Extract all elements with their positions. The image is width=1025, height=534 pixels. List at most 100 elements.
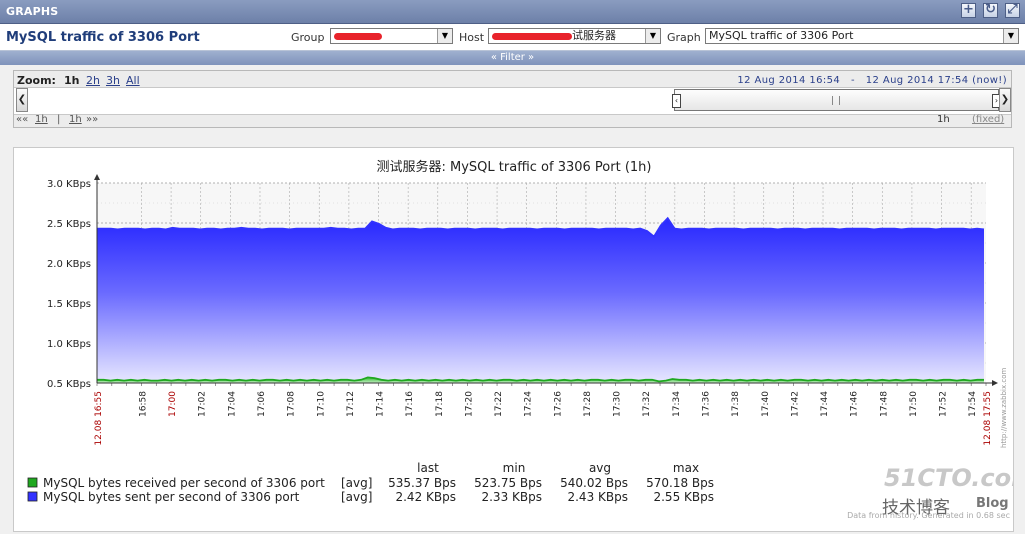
zoom-panel: Zoom: 1h 2h 3h All 12 Aug 2014 16:54 - 1… bbox=[13, 70, 1012, 128]
legend-value: 2.33 KBps bbox=[481, 490, 542, 504]
graph-value: MySQL traffic of 3306 Port bbox=[709, 29, 854, 42]
graph-label: Graph bbox=[667, 31, 701, 44]
watermark: 51CTO.com 技术博客 Blog bbox=[882, 464, 1025, 518]
legend-header: last bbox=[417, 461, 439, 475]
x-tick-label: 17:04 bbox=[227, 391, 237, 417]
slider-left-handle[interactable]: ‹ bbox=[672, 94, 681, 108]
nav-back-arrows: «« bbox=[16, 114, 29, 125]
watermark-brand: 51CTO.com bbox=[884, 464, 1013, 492]
x-tick-label: 17:34 bbox=[672, 391, 682, 417]
header-title: GRAPHS bbox=[6, 5, 59, 18]
y-tick-label: 0.5 KBps bbox=[47, 379, 91, 390]
zoom-3h[interactable]: 3h bbox=[106, 74, 120, 87]
page-title: MySQL traffic of 3306 Port bbox=[6, 30, 200, 45]
fullscreen-icon[interactable]: ⤢ bbox=[1005, 3, 1020, 18]
filter-toggle[interactable]: « Filter » bbox=[0, 51, 1025, 65]
nav-forward-arrows: »» bbox=[86, 114, 99, 125]
x-tick-label: 17:42 bbox=[790, 391, 800, 417]
x-tick-label: 17:06 bbox=[257, 391, 267, 417]
y-tick-label: 1.5 KBps bbox=[47, 299, 91, 310]
x-tick-label: 17:14 bbox=[376, 391, 386, 417]
legend-value: 540.02 Bps bbox=[560, 476, 628, 490]
timeline-slider[interactable]: ‹ › bbox=[672, 89, 1001, 111]
legend-value: 2.55 KBps bbox=[653, 490, 714, 504]
chevron-down-icon: ▼ bbox=[645, 29, 660, 43]
x-axis-arrow-icon bbox=[992, 380, 998, 386]
x-tick-label: 12.08 17:55 bbox=[983, 391, 993, 446]
x-tick-label: 17:52 bbox=[939, 391, 949, 417]
x-tick-label: 17:46 bbox=[850, 391, 860, 417]
zoom-2h[interactable]: 2h bbox=[86, 74, 100, 87]
x-tick-label: 17:22 bbox=[494, 391, 504, 417]
zabbix-side-text: http://www.zabbix.com bbox=[1000, 368, 1008, 448]
fixed-toggle[interactable]: (fixed) bbox=[972, 114, 1004, 125]
y-tick-label: 3.0 KBps bbox=[47, 179, 91, 190]
x-tick-label: 17:20 bbox=[464, 391, 474, 417]
x-tick-label: 17:08 bbox=[287, 391, 297, 417]
x-tick-label: 17:54 bbox=[968, 391, 978, 417]
x-tick-label: 17:00 bbox=[168, 391, 178, 417]
zoom-1h[interactable]: 1h bbox=[64, 74, 80, 87]
series-layer bbox=[97, 216, 985, 383]
legend-value: 570.18 Bps bbox=[646, 476, 714, 490]
legend-series-name: MySQL bytes sent per second of 3306 port bbox=[43, 490, 300, 504]
x-tick-label: 17:44 bbox=[820, 391, 830, 417]
timeline-scrollbar[interactable]: ❮ ‹ › ❯ bbox=[14, 87, 1011, 115]
x-tick-label: 16:58 bbox=[138, 391, 148, 417]
y-tick-label: 1.0 KBps bbox=[47, 339, 91, 350]
legend-value: 2.42 KBps bbox=[395, 490, 456, 504]
legend-function: [avg] bbox=[341, 490, 372, 504]
x-tick-label: 17:30 bbox=[613, 391, 623, 417]
watermark-sub: 技术博客 bbox=[882, 498, 950, 518]
scroll-right-icon[interactable]: ❯ bbox=[999, 88, 1011, 112]
graph-panel: 测试服务器: MySQL traffic of 3306 Port (1h) 3… bbox=[13, 147, 1025, 532]
range-separator: - bbox=[850, 75, 855, 86]
x-tick-label: 17:24 bbox=[524, 391, 534, 417]
legend-swatch bbox=[27, 477, 38, 488]
graph-controls: MySQL traffic of 3306 Port Group ▼ Host … bbox=[0, 24, 1025, 51]
nav-back-1h[interactable]: 1h bbox=[35, 114, 48, 125]
redacted-mark bbox=[334, 32, 382, 40]
redacted-mark bbox=[492, 32, 572, 40]
x-tick-label: 17:40 bbox=[761, 391, 771, 417]
legend-value: 2.43 KBps bbox=[567, 490, 628, 504]
host-value: 试服务器 bbox=[572, 29, 616, 42]
host-label: Host bbox=[459, 31, 485, 44]
x-tick-label: 17:12 bbox=[346, 391, 356, 417]
group-select[interactable]: ▼ bbox=[330, 28, 453, 44]
range-from: 12 Aug 2014 16:54 bbox=[737, 75, 841, 86]
graph-select[interactable]: MySQL traffic of 3306 Port ▼ bbox=[705, 28, 1019, 44]
period-value: 1h bbox=[937, 114, 950, 125]
legend-header: avg bbox=[589, 461, 611, 475]
x-tick-label: 17:26 bbox=[553, 391, 563, 417]
legend: last min avg max MySQL bytes received per se… bbox=[27, 461, 714, 504]
graphs-header: GRAPHS + ↻ ⤢ bbox=[0, 0, 1025, 24]
range-to: 12 Aug 2014 17:54 (now!) bbox=[865, 75, 1007, 86]
legend-function: [avg] bbox=[341, 476, 372, 490]
x-tick-label: 17:02 bbox=[198, 391, 208, 417]
x-tick-label: 12.08 16:55 bbox=[94, 391, 104, 446]
chart-title: 测试服务器: MySQL traffic of 3306 Port (1h) bbox=[377, 159, 652, 175]
zoom-all[interactable]: All bbox=[126, 74, 140, 87]
legend-header: min bbox=[503, 461, 526, 475]
sent-series-area bbox=[97, 218, 984, 383]
x-tick-label: 17:18 bbox=[435, 391, 445, 417]
add-icon[interactable]: + bbox=[961, 3, 976, 18]
x-tick-label: 17:38 bbox=[731, 391, 741, 417]
x-tick-label: 17:16 bbox=[405, 391, 415, 417]
chevron-down-icon: ▼ bbox=[437, 29, 452, 43]
chevron-down-icon: ▼ bbox=[1003, 29, 1018, 43]
x-tick-label: 17:50 bbox=[909, 391, 919, 417]
scroll-left-icon[interactable]: ❮ bbox=[16, 88, 28, 112]
legend-series-name: MySQL bytes received per second of 3306 … bbox=[43, 476, 325, 490]
legend-value: 523.75 Bps bbox=[474, 476, 542, 490]
y-axis-arrow-icon bbox=[94, 174, 100, 180]
refresh-icon[interactable]: ↻ bbox=[983, 3, 998, 18]
nav-forward-1h[interactable]: 1h bbox=[69, 114, 82, 125]
y-tick-label: 2.5 KBps bbox=[47, 219, 91, 230]
x-tick-label: 17:36 bbox=[701, 391, 711, 417]
legend-swatch bbox=[27, 491, 38, 502]
host-select[interactable]: 试服务器 ▼ bbox=[488, 28, 661, 44]
legend-value: 535.37 Bps bbox=[388, 476, 456, 490]
y-tick-label: 2.0 KBps bbox=[47, 259, 91, 270]
